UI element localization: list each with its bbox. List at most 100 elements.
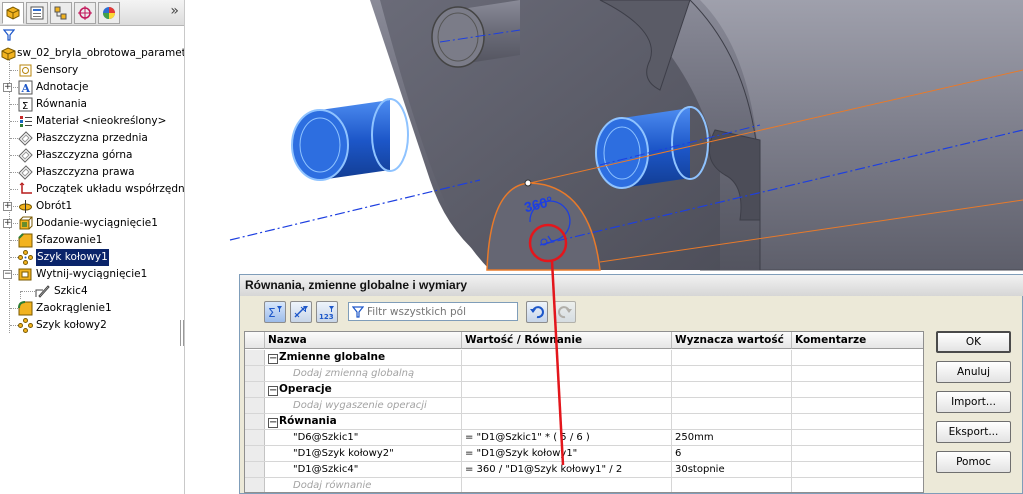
panel-splitter[interactable] [180, 320, 184, 346]
group-row-features[interactable]: − Operacje [245, 382, 923, 398]
redo-button[interactable] [554, 301, 576, 323]
add-equation-placeholder[interactable]: Dodaj równanie [265, 478, 462, 492]
svg-text:Σ: Σ [268, 306, 276, 320]
svg-text:Σ: Σ [22, 101, 28, 112]
equation-comment[interactable] [792, 446, 923, 461]
tree-item-material[interactable]: Materiał <nieokreślony> [0, 113, 184, 130]
ok-button[interactable]: OK [936, 331, 1011, 353]
material-icon [20, 116, 32, 127]
feature-manager-tabs: » [0, 0, 184, 26]
equation-value: 250mm [672, 430, 792, 445]
equation-name[interactable]: "D6@Szkic1" [265, 430, 462, 445]
sensor-icon [19, 64, 32, 77]
annotation-icon: A [18, 80, 33, 95]
feature-manager-icon [6, 6, 20, 20]
tree-item-equations[interactable]: Σ Równania [0, 96, 184, 113]
equation-name[interactable]: "D1@Szyk kołowy2" [265, 446, 462, 461]
add-global-variable-placeholder[interactable]: Dodaj zmienną globalną [265, 366, 462, 381]
tree-item-circular-pattern-1[interactable]: Szyk kołowy1 [0, 249, 184, 266]
column-header-name[interactable]: Nazwa [265, 332, 462, 349]
chamfer-icon [18, 233, 33, 248]
filter-icon [352, 306, 364, 318]
equation-formula[interactable]: = 360 / "D1@Szyk kołowy1" / 2 [462, 462, 672, 477]
collapse-toggle[interactable]: − [268, 418, 278, 428]
undo-button[interactable] [526, 301, 548, 323]
expand-toggle[interactable]: + [3, 202, 12, 211]
tree-item-top-plane[interactable]: Płaszczyzna górna [0, 147, 184, 164]
filter-all-fields[interactable] [348, 302, 518, 321]
more-tabs-button[interactable]: » [170, 3, 179, 19]
svg-text:A: A [21, 82, 31, 95]
circular-pattern-icon [18, 250, 33, 265]
group-row-equations[interactable]: − Równania [245, 414, 923, 430]
tree-root-label: sw_02_bryla_obrotowa_parametry [17, 47, 185, 59]
tree-root[interactable]: sw_02_bryla_obrotowa_parametry [0, 45, 185, 62]
add-feature-suppression-placeholder[interactable]: Dodaj wygaszenie operacji [265, 398, 462, 413]
equation-name[interactable]: "D1@Szkic4" [265, 462, 462, 477]
expand-toggle[interactable]: + [3, 219, 12, 228]
add-equation-row[interactable]: Dodaj równanie [245, 478, 923, 492]
cancel-button[interactable]: Anuluj [936, 361, 1011, 383]
property-manager-icon [30, 6, 44, 20]
tree-item-extrude-cut[interactable]: − Wytnij-wyciągnięcie1 [0, 266, 184, 283]
dimension-view-icon [294, 306, 308, 318]
add-global-variable-row[interactable]: Dodaj zmienną globalną [245, 366, 923, 382]
equations-dialog: Równania, zmienne globalne i wymiary Σ 1… [239, 274, 1023, 494]
tab-display-manager[interactable] [98, 2, 120, 24]
collapse-toggle[interactable]: − [268, 354, 278, 364]
tree-item-front-plane[interactable]: Płaszczyzna przednia [0, 130, 184, 147]
configuration-manager-icon [54, 6, 67, 20]
sketch-equation-view-button[interactable] [290, 301, 312, 323]
equation-row[interactable]: "D6@Szkic1" = "D1@Szkic1" * ( 5 / 6 ) 25… [245, 430, 923, 446]
tree-item-origin[interactable]: Początek układu współrzędnych [0, 181, 184, 198]
group-label: Operacje [279, 383, 332, 395]
tree-filter[interactable] [0, 27, 184, 43]
equation-comment[interactable] [792, 430, 923, 445]
fillet-icon [18, 301, 33, 316]
filter-input[interactable] [367, 304, 515, 319]
equations-icon: Σ [18, 97, 33, 112]
help-button[interactable]: Pomoc [936, 451, 1011, 473]
tree-item-fillet[interactable]: Zaokrąglenie1 [0, 300, 184, 317]
ordered-view-icon: 123 [319, 306, 334, 320]
tree-item-annotations[interactable]: + A Adnotacje [0, 79, 184, 96]
export-button[interactable]: Eksport... [936, 421, 1011, 443]
dialog-toolbar: Σ 123 [260, 301, 660, 325]
tree-item-sensors[interactable]: Sensory [0, 62, 184, 79]
tree-item-chamfer[interactable]: Sfazowanie1 [0, 232, 184, 249]
sigma-filter-icon: Σ [268, 306, 282, 320]
redo-icon [558, 306, 572, 319]
equation-row[interactable]: "D1@Szyk kołowy2" = "D1@Szyk kołowy1" 6 [245, 446, 923, 462]
tree-item-circular-pattern-2[interactable]: Szyk kołowy2 [0, 317, 184, 334]
tree-item-right-plane[interactable]: Płaszczyzna prawa [0, 164, 184, 181]
tab-dimxpert-manager[interactable] [74, 2, 96, 24]
equation-value: 30stopnie [672, 462, 792, 477]
column-header-evaluates-to[interactable]: Wyznacza wartość [672, 332, 792, 349]
group-label: Zmienne globalne [279, 351, 386, 363]
equation-view-button[interactable]: Σ [264, 301, 286, 323]
tree-item-revolve[interactable]: + Obrót1 [0, 198, 184, 215]
expand-toggle[interactable]: + [3, 83, 12, 92]
equation-row[interactable]: "D1@Szkic4" = 360 / "D1@Szyk kołowy1" / … [245, 462, 923, 478]
column-header-comments[interactable]: Komentarze [792, 332, 923, 349]
tree-item-extrude-boss[interactable]: + Dodanie-wyciągnięcie1 [0, 215, 184, 232]
add-feature-suppression-row[interactable]: Dodaj wygaszenie operacji [245, 398, 923, 414]
equation-formula[interactable]: = "D1@Szkic1" * ( 5 / 6 ) [462, 430, 672, 445]
tab-configuration-manager[interactable] [50, 2, 72, 24]
plane-icon [18, 148, 33, 163]
collapse-toggle[interactable]: − [3, 270, 12, 279]
column-header-value[interactable]: Wartość / Równanie [462, 332, 672, 349]
equation-comment[interactable] [792, 462, 923, 477]
tree-item-sketch4[interactable]: Szkic4 [0, 283, 184, 300]
tab-feature-manager[interactable] [2, 2, 24, 24]
group-row-globals[interactable]: − Zmienne globalne [245, 350, 923, 366]
group-label: Równania [279, 415, 337, 427]
import-button[interactable]: Import... [936, 391, 1011, 413]
collapse-toggle[interactable]: − [268, 386, 278, 396]
tab-property-manager[interactable] [26, 2, 48, 24]
sketch-icon [35, 285, 50, 298]
part-icon [1, 47, 16, 61]
undo-icon [530, 306, 544, 319]
equation-formula[interactable]: = "D1@Szyk kołowy1" [462, 446, 672, 461]
ordered-view-button[interactable]: 123 [316, 301, 338, 323]
